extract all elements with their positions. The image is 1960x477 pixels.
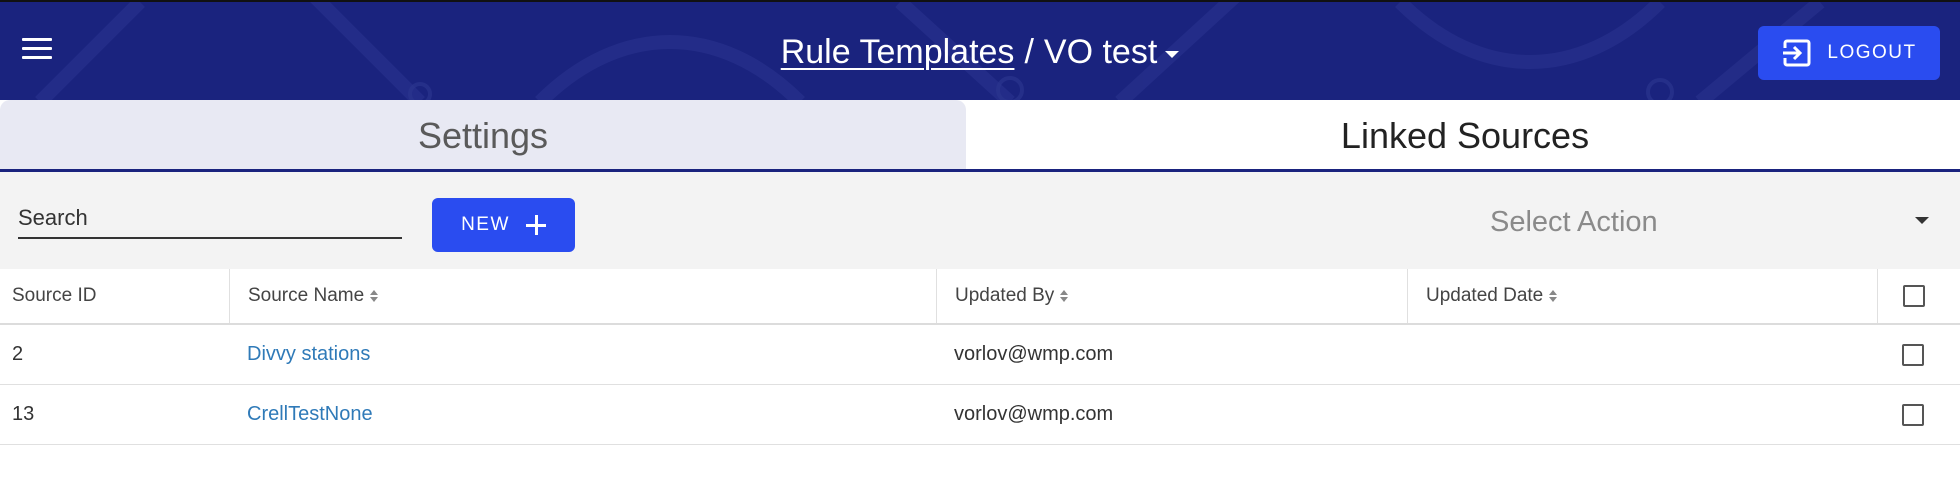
source-name-cell: Divvy stations (229, 325, 936, 384)
table-row: 2 Divvy stations vorlov@wmp.com (0, 325, 1960, 385)
tab-settings-label: Settings (417, 115, 549, 156)
caret-down-icon (1915, 217, 1929, 224)
logout-icon (1782, 39, 1811, 67)
sort-icon[interactable] (1549, 290, 1558, 302)
plus-icon (525, 215, 546, 235)
column-header-label: Updated By (955, 285, 1055, 306)
tab-linked-sources-label: Linked Sources (1340, 115, 1590, 156)
updated-by-cell: vorlov@wmp.com (954, 343, 1114, 365)
row-select-cell (1877, 325, 1949, 384)
new-button-label: NEW (461, 214, 510, 235)
app-header: Rule Templates / VO test LOGOUT (0, 0, 1960, 100)
template-name: VO test (1043, 33, 1158, 71)
updated-date-cell (1407, 325, 1877, 384)
caret-down-icon (1165, 50, 1180, 58)
row-select-cell (1877, 385, 1949, 444)
sort-icon[interactable] (1060, 290, 1069, 302)
breadcrumb-separator: / (1024, 33, 1034, 71)
search-input[interactable] (18, 199, 402, 239)
select-action-placeholder: Select Action (1490, 206, 1658, 238)
column-header-label: Updated Date (1426, 285, 1544, 306)
source-id-cell: 13 (12, 403, 35, 425)
select-all-cell (1877, 269, 1949, 323)
source-id-cell: 2 (12, 343, 24, 365)
logout-label: LOGOUT (1827, 42, 1917, 63)
column-header-updated-date[interactable]: Updated Date (1407, 269, 1877, 323)
tab-settings[interactable]: Settings (0, 100, 966, 172)
select-all-checkbox[interactable] (1902, 285, 1925, 307)
logout-button[interactable]: LOGOUT (1758, 26, 1940, 80)
table-header-row: Source ID Source Name Updated By Updated… (0, 269, 1960, 325)
toolbar: NEW Select Action (0, 172, 1960, 269)
table-row: 13 CrellTestNone vorlov@wmp.com (0, 385, 1960, 445)
column-header-label: Source Name (248, 285, 365, 306)
column-header-source-name[interactable]: Source Name (229, 269, 936, 323)
breadcrumb-rule-templates-link[interactable]: Rule Templates (781, 33, 1015, 71)
row-checkbox[interactable] (1902, 403, 1924, 426)
updated-by-cell: vorlov@wmp.com (954, 403, 1114, 425)
column-header-updated-by[interactable]: Updated By (936, 269, 1407, 323)
source-name-cell: CrellTestNone (229, 385, 936, 444)
linked-sources-table: Source ID Source Name Updated By Updated… (0, 269, 1960, 445)
source-name-link[interactable]: Divvy stations (247, 343, 370, 366)
template-selector[interactable]: VO test (1043, 33, 1180, 71)
column-header-source-id: Source ID (0, 269, 229, 323)
row-checkbox[interactable] (1902, 343, 1924, 366)
new-button[interactable]: NEW (432, 198, 575, 252)
sort-icon[interactable] (370, 290, 379, 302)
tab-linked-sources[interactable]: Linked Sources (979, 100, 1951, 172)
column-header-label: Source ID (12, 285, 97, 306)
updated-date-cell (1407, 385, 1877, 444)
select-action-dropdown[interactable]: Select Action (1480, 196, 1940, 246)
page-title: Rule Templates / VO test (0, 30, 1960, 74)
source-name-link[interactable]: CrellTestNone (247, 403, 373, 426)
